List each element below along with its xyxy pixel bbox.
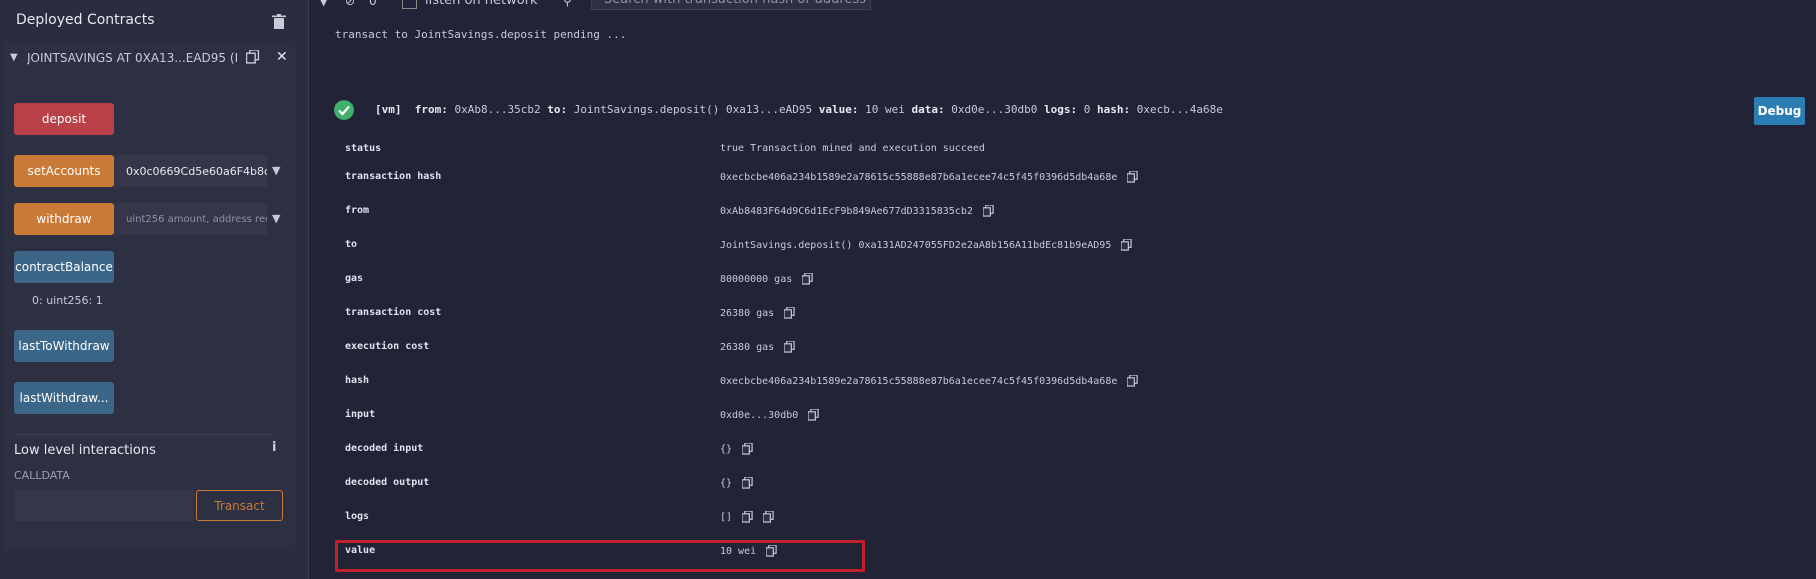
panel-title: Deployed Contracts <box>16 12 155 28</box>
detail-row: [] <box>720 511 774 523</box>
pending-message: transact to JointSavings.deposit pending… <box>335 28 627 41</box>
tx-vm-tag: [vm] <box>375 103 402 116</box>
chevron-down-icon[interactable]: ▼ <box>272 212 280 225</box>
detail-value: 0xAb8483F64d9C6d1EcF9b849Ae677dD3315835c… <box>720 206 973 217</box>
detail-row: {} <box>720 443 753 455</box>
contract-header[interactable]: ▼ JOINTSAVINGS AT 0XA13...EAD95 (MEMORY)… <box>10 49 290 70</box>
calldata-input[interactable] <box>14 490 194 521</box>
detail-row: 0xd0e...30db0 <box>720 409 819 421</box>
deposit-button[interactable]: deposit <box>14 103 114 135</box>
copy-icon[interactable] <box>246 50 260 64</box>
detail-value: true Transaction mined and execution suc… <box>720 143 985 154</box>
detail-value: 0xecbcbe406a234b1589e2a78615c55888e87b6a… <box>720 376 1118 387</box>
detail-value: [] <box>720 512 733 523</box>
copy-icon[interactable] <box>1121 239 1133 251</box>
detail-row: 0xecbcbe406a234b1589e2a78615c55888e87b6a… <box>720 375 1139 387</box>
tx-data: 0xd0e...30db0 <box>951 103 1038 116</box>
tx-from: 0xAb8...35cb2 <box>454 103 541 116</box>
search-input[interactable]: Search with transaction hash or address <box>591 0 871 10</box>
last-to-withdraw-button[interactable]: lastToWithdraw <box>14 330 114 362</box>
withdraw-button[interactable]: withdraw <box>14 203 114 235</box>
tx-hash-key: hash: <box>1096 103 1131 116</box>
copy-icon[interactable] <box>742 443 753 455</box>
search-icon: ⚲ <box>563 0 572 8</box>
detail-value: 26380 gas <box>720 342 775 353</box>
detail-key: transaction hash <box>345 171 442 182</box>
detail-key: hash <box>345 375 370 386</box>
detail-row: 80000000 gas <box>720 273 813 285</box>
detail-value: 26380 gas <box>720 308 775 319</box>
transact-button[interactable]: Transact <box>196 490 283 521</box>
detail-key: from <box>345 205 370 216</box>
detail-row: 0xecbcbe406a234b1589e2a78615c55888e87b6a… <box>720 171 1139 183</box>
detail-key: logs <box>345 511 370 522</box>
copy-icon[interactable] <box>982 205 994 217</box>
copy-icon[interactable] <box>802 273 813 285</box>
trash-icon[interactable] <box>272 14 286 30</box>
detail-key: status <box>345 143 382 154</box>
detail-row: JointSavings.deposit() 0xa131AD247055FD2… <box>720 239 1133 251</box>
clear-icon[interactable]: ⊘ <box>345 0 355 8</box>
copy-icon[interactable] <box>808 409 819 421</box>
tx-value-key: value: <box>818 103 859 116</box>
detail-value: JointSavings.deposit() 0xa131AD247055FD2… <box>720 240 1112 251</box>
detail-key: decoded input <box>345 443 424 454</box>
listen-label: listen on network <box>425 0 538 8</box>
tx-data-key: data: <box>911 103 945 116</box>
counter-icon: 0 <box>369 0 377 8</box>
tx-to: JointSavings.deposit() 0xa13...eAD95 <box>573 103 813 116</box>
detail-value: 80000000 gas <box>720 274 793 285</box>
tx-logs-key: logs: <box>1043 103 1078 116</box>
detail-row: {} <box>720 477 753 489</box>
contract-balance-button[interactable]: contractBalance <box>14 251 114 283</box>
detail-row: 26380 gas <box>720 307 795 319</box>
detail-value: 0xd0e...30db0 <box>720 410 799 421</box>
copy-icon[interactable] <box>784 307 795 319</box>
chevron-down-icon[interactable]: ▼ <box>319 0 328 8</box>
deployed-contracts-panel: Deployed Contracts ▼ JOINTSAVINGS AT 0XA… <box>0 0 308 579</box>
detail-key: gas <box>345 273 364 284</box>
copy-icon[interactable] <box>742 477 753 489</box>
low-level-title: Low level interactions <box>14 443 156 458</box>
set-accounts-button[interactable]: setAccounts <box>14 155 114 187</box>
tx-logs: 0 <box>1083 103 1091 116</box>
contract-name: JOINTSAVINGS AT 0XA13...EAD95 (MEMORY) <box>27 51 237 65</box>
withdraw-params-input[interactable]: uint256 amount, address recipient <box>114 203 267 235</box>
copy-icon[interactable] <box>1127 171 1139 183</box>
copy-icon[interactable] <box>742 511 753 523</box>
terminal-toolbar: ▼ ⊘ 0 listen on network ⚲ Search with tr… <box>309 0 1816 12</box>
detail-key: input <box>345 409 376 420</box>
tx-to-key: to: <box>547 103 568 116</box>
check-circle-icon <box>334 100 354 120</box>
close-icon[interactable]: ✕ <box>276 49 288 65</box>
detail-value: 0xecbcbe406a234b1589e2a78615c55888e87b6a… <box>720 172 1118 183</box>
transaction-summary[interactable]: [vm] from: 0xAb8...35cb2 to: JointSaving… <box>375 103 1223 116</box>
contract-balance-result: 0: uint256: 1 <box>32 294 103 307</box>
divider <box>14 434 274 435</box>
copy-icon[interactable] <box>784 341 795 353</box>
chevron-down-icon[interactable]: ▼ <box>10 52 18 63</box>
detail-key: to <box>345 239 358 250</box>
chevron-down-icon[interactable]: ▼ <box>272 164 280 177</box>
detail-key: transaction cost <box>345 307 442 318</box>
detail-value: {} <box>720 478 733 489</box>
listen-checkbox[interactable] <box>402 0 417 9</box>
detail-value: {} <box>720 444 733 455</box>
tx-hash: 0xecb...4a68e <box>1136 103 1223 116</box>
debug-button[interactable]: Debug <box>1754 97 1805 125</box>
calldata-label: CALLDATA <box>14 469 70 482</box>
tx-value: 10 wei <box>865 103 905 116</box>
detail-key: decoded output <box>345 477 430 488</box>
detail-row: 0xAb8483F64d9C6d1EcF9b849Ae677dD3315835c… <box>720 205 994 217</box>
detail-row: 26380 gas <box>720 341 795 353</box>
detail-key: execution cost <box>345 341 430 352</box>
set-accounts-input[interactable]: 0x0c0669Cd5e60a6F4b8ce4 <box>114 155 267 187</box>
panel-divider[interactable] <box>308 0 309 579</box>
copy-icon[interactable] <box>1127 375 1139 387</box>
last-withdraw-amount-button[interactable]: lastWithdraw... <box>14 382 114 414</box>
info-icon[interactable]: i <box>272 440 276 455</box>
value-row-highlight <box>335 540 865 572</box>
copy-icon[interactable] <box>763 511 774 523</box>
tx-from-key: from: <box>414 103 448 116</box>
